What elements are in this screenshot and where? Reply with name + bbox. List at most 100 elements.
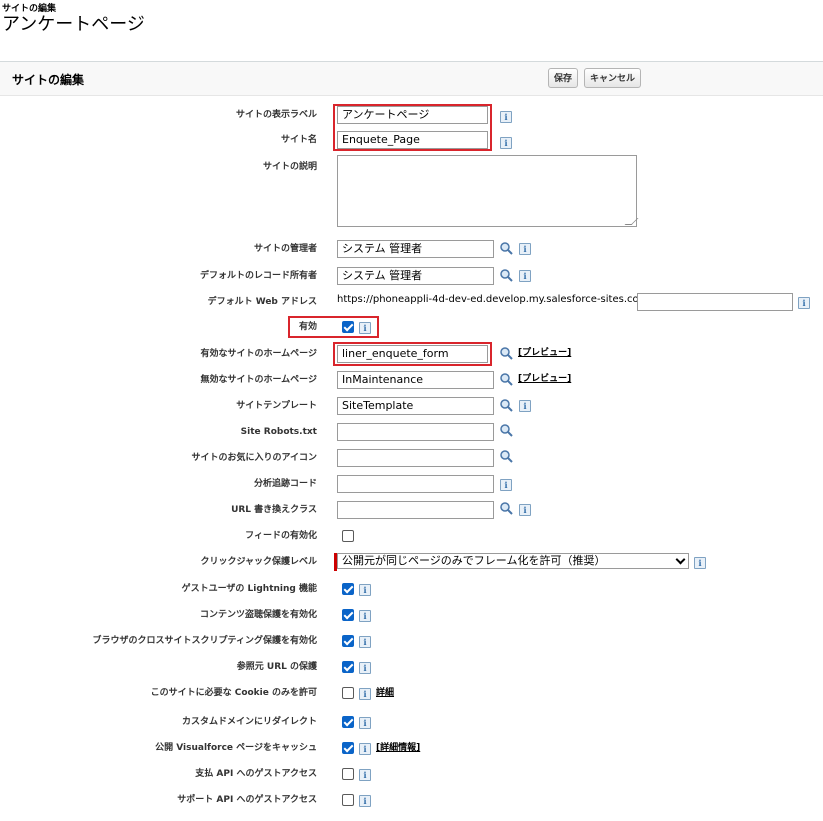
site-name-label: サイト名 [280, 135, 317, 145]
more-info-link[interactable]: [詳細情報] [376, 742, 420, 754]
edit-panel: サイトの編集 保存 キャンセル サイトの表示ラベル アンケートページ i サイト… [0, 61, 823, 821]
row-default-record-owner: デフォルトのレコード所有者 システム 管理者 i [0, 264, 823, 288]
row-analytics-code: 分析追跡コード i [0, 472, 823, 496]
analytics-code-input[interactable] [337, 475, 494, 493]
custom-domain-redirect-label: カスタムドメインにリダイレクト [181, 717, 317, 727]
row-inactive-home-page: 無効なサイトのホームページ InMaintenance [プレビュー] [0, 368, 823, 392]
xss-protection-checkbox[interactable] [342, 635, 354, 647]
chevron-down-icon [675, 554, 686, 565]
row-favicon: サイトのお気に入りのアイコン [0, 446, 823, 470]
row-description: サイトの説明 [0, 155, 823, 235]
guest-lightning-checkbox[interactable] [342, 583, 354, 595]
row-required-cookies: このサイトに必要な Cookie のみを許可 i 詳細 [0, 681, 823, 705]
info-icon[interactable]: i [798, 297, 810, 309]
row-referrer-url: 参照元 URL の保護 i [0, 655, 823, 679]
site-admin-label: サイトの管理者 [253, 244, 317, 254]
info-icon[interactable]: i [359, 636, 371, 648]
highlight-box [333, 104, 492, 151]
info-icon[interactable]: i [500, 479, 512, 491]
row-url-rewriter: URL 書き換えクラス i [0, 498, 823, 522]
content-sniffing-checkbox[interactable] [342, 609, 354, 621]
referrer-url-label: 参照元 URL の保護 [236, 662, 317, 672]
row-cache-vf: 公開 Visualforce ページをキャッシュ i [詳細情報] [0, 736, 823, 760]
cancel-button[interactable]: キャンセル [584, 68, 642, 88]
row-enable-feeds: フィードの有効化 [0, 524, 823, 548]
row-default-web-address: デフォルト Web アドレス https://phoneappli-4d-dev… [0, 290, 823, 314]
favicon-input[interactable] [337, 449, 494, 467]
enable-feeds-label: フィードの有効化 [245, 531, 317, 541]
enable-feeds-checkbox[interactable] [342, 530, 354, 542]
robots-input[interactable] [337, 423, 494, 441]
lookup-icon[interactable] [499, 346, 515, 360]
robots-label: Site Robots.txt [240, 427, 317, 437]
row-content-sniffing: コンテンツ盗聴保護を有効化 i [0, 603, 823, 627]
referrer-url-checkbox[interactable] [342, 661, 354, 673]
guest-support-api-checkbox[interactable] [342, 794, 354, 806]
row-active: 有効 i [0, 315, 823, 339]
site-admin-input[interactable]: システム 管理者 [337, 240, 494, 258]
guest-lightning-label: ゲストユーザの Lightning 機能 [181, 584, 317, 594]
clickjack-label: クリックジャック保護レベル [200, 557, 317, 567]
lookup-icon[interactable] [499, 372, 515, 386]
info-icon[interactable]: i [359, 584, 371, 596]
info-icon[interactable]: i [359, 795, 371, 807]
info-icon[interactable]: i [359, 769, 371, 781]
lookup-icon[interactable] [499, 423, 515, 437]
row-site-admin: サイトの管理者 システム 管理者 i [0, 237, 823, 261]
analytics-code-label: 分析追跡コード [253, 479, 317, 489]
lookup-icon[interactable] [499, 268, 515, 282]
lookup-icon[interactable] [499, 501, 515, 515]
site-template-input[interactable]: SiteTemplate [337, 397, 494, 415]
info-icon[interactable]: i [500, 137, 512, 149]
row-robots: Site Robots.txt [0, 420, 823, 444]
inactive-home-page-label: 無効なサイトのホームページ [200, 375, 317, 385]
inactive-home-page-input[interactable]: InMaintenance [337, 371, 494, 389]
favicon-label: サイトのお気に入りのアイコン [191, 453, 317, 463]
cache-vf-label: 公開 Visualforce ページをキャッシュ [155, 743, 317, 753]
row-site-template: サイトテンプレート SiteTemplate i [0, 394, 823, 418]
cache-vf-checkbox[interactable] [342, 742, 354, 754]
info-icon[interactable]: i [359, 610, 371, 622]
row-custom-domain-redirect: カスタムドメインにリダイレクト i [0, 710, 823, 734]
row-guest-support-api: サポート API へのゲストアクセス i [0, 788, 823, 812]
info-icon[interactable]: i [359, 688, 371, 700]
save-button[interactable]: 保存 [548, 68, 579, 88]
preview-link[interactable]: [プレビュー] [518, 373, 571, 385]
description-textarea[interactable] [337, 155, 639, 227]
page-title: アンケートページ [2, 14, 145, 35]
info-icon[interactable]: i [519, 270, 531, 282]
required-cookies-label: このサイトに必要な Cookie のみを許可 [150, 688, 317, 698]
info-icon[interactable]: i [519, 400, 531, 412]
breadcrumb: サイトの編集 [2, 4, 57, 14]
active-home-page-label: 有効なサイトのホームページ [200, 349, 317, 359]
guest-payments-api-label: 支払 API へのゲストアクセス [195, 769, 317, 779]
info-icon[interactable]: i [519, 243, 531, 255]
page-header: サイトの編集 アンケートページ [2, 4, 145, 36]
site-template-label: サイトテンプレート [236, 401, 317, 411]
info-icon[interactable]: i [519, 504, 531, 516]
lookup-icon[interactable] [499, 241, 515, 255]
details-link[interactable]: 詳細 [376, 687, 394, 699]
required-cookies-checkbox[interactable] [342, 687, 354, 699]
info-icon[interactable]: i [500, 111, 512, 123]
url-rewriter-input[interactable] [337, 501, 494, 519]
row-xss-protection: ブラウザのクロスサイトスクリプティング保護を有効化 i [0, 629, 823, 653]
web-address-input[interactable] [637, 293, 793, 311]
lookup-icon[interactable] [499, 449, 515, 463]
info-icon[interactable]: i [359, 743, 371, 755]
row-guest-payments-api: 支払 API へのゲストアクセス i [0, 762, 823, 786]
info-icon[interactable]: i [359, 662, 371, 674]
info-icon[interactable]: i [694, 557, 706, 569]
default-web-address-label: デフォルト Web アドレス [207, 297, 317, 307]
default-record-owner-input[interactable]: システム 管理者 [337, 267, 494, 285]
guest-payments-api-checkbox[interactable] [342, 768, 354, 780]
highlight-box [333, 342, 492, 366]
clickjack-select[interactable]: 公開元が同じページのみでフレーム化を許可（推奨） [334, 553, 689, 571]
preview-link[interactable]: [プレビュー] [518, 347, 571, 359]
lookup-icon[interactable] [499, 398, 515, 412]
custom-domain-redirect-checkbox[interactable] [342, 716, 354, 728]
info-icon[interactable]: i [359, 717, 371, 729]
highlight-box [288, 316, 379, 338]
resize-grip[interactable] [624, 218, 639, 225]
guest-support-api-label: サポート API へのゲストアクセス [177, 795, 317, 805]
